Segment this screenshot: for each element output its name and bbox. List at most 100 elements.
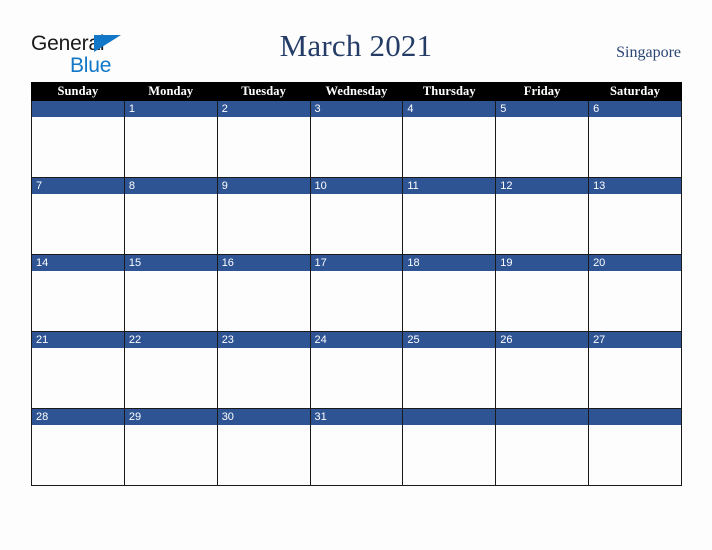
calendar-day-cell[interactable]: 3 (309, 100, 404, 178)
calendar-day-cell[interactable]: 21 (31, 331, 125, 409)
calendar-day-cell[interactable]: 9 (216, 177, 311, 255)
calendar-day-cell[interactable]: 4 (402, 100, 497, 178)
day-number: 28 (32, 409, 124, 425)
day-number: 7 (32, 178, 124, 194)
calendar-day-cell[interactable]: 2 (216, 100, 311, 178)
day-notes-area[interactable] (589, 117, 681, 177)
day-notes-area[interactable] (32, 271, 124, 331)
day-notes-area[interactable] (32, 194, 124, 254)
day-notes-area[interactable] (589, 194, 681, 254)
calendar-day-cell[interactable]: 28 (31, 408, 125, 486)
calendar-day-cell[interactable]: 26 (495, 331, 590, 409)
day-notes-area[interactable] (217, 117, 310, 177)
day-number (32, 101, 124, 117)
calendar-day-cell[interactable]: 31 (309, 408, 404, 486)
day-notes-area[interactable] (403, 348, 496, 408)
day-notes-area[interactable] (124, 117, 217, 177)
calendar-grid: Sunday Monday Tuesday Wednesday Thursday… (31, 82, 682, 486)
day-notes-area[interactable] (124, 425, 217, 485)
calendar-day-cell[interactable]: 30 (216, 408, 311, 486)
calendar-day-cell[interactable]: 16 (216, 254, 311, 332)
day-number: 24 (310, 332, 403, 348)
calendar-day-cell[interactable]: 23 (216, 331, 311, 409)
day-number: 29 (124, 409, 217, 425)
day-notes-area[interactable] (589, 425, 681, 485)
calendar-day-cell[interactable]: 15 (123, 254, 218, 332)
weekday-header-monday: Monday (123, 82, 218, 101)
calendar-day-cell[interactable]: 24 (309, 331, 404, 409)
day-notes-area[interactable] (403, 117, 496, 177)
day-notes-area[interactable] (217, 348, 310, 408)
calendar-day-cell[interactable]: 11 (402, 177, 497, 255)
day-notes-area[interactable] (310, 348, 403, 408)
day-number: 15 (124, 255, 217, 271)
day-number: 11 (403, 178, 496, 194)
day-notes-area[interactable] (124, 271, 217, 331)
weekday-header-tuesday: Tuesday (216, 82, 311, 101)
calendar-day-cell[interactable] (402, 408, 497, 486)
day-number: 8 (124, 178, 217, 194)
day-notes-area[interactable] (32, 348, 124, 408)
day-notes-area[interactable] (217, 271, 310, 331)
day-notes-area[interactable] (403, 271, 496, 331)
day-number: 4 (403, 101, 496, 117)
day-number: 6 (589, 101, 681, 117)
day-number: 23 (217, 332, 310, 348)
day-notes-area[interactable] (496, 271, 589, 331)
calendar-day-cell[interactable]: 5 (495, 100, 590, 178)
calendar-day-cell[interactable]: 7 (31, 177, 125, 255)
calendar-day-cell[interactable]: 25 (402, 331, 497, 409)
calendar-day-cell[interactable]: 19 (495, 254, 590, 332)
page-title: March 2021 (279, 28, 433, 63)
calendar-day-cell[interactable]: 29 (123, 408, 218, 486)
day-notes-area[interactable] (217, 194, 310, 254)
day-notes-area[interactable] (310, 117, 403, 177)
calendar-week-row: 21 22 23 24 25 26 27 (31, 331, 682, 409)
day-notes-area[interactable] (403, 425, 496, 485)
day-notes-area[interactable] (589, 348, 681, 408)
weekday-header-wednesday: Wednesday (309, 82, 404, 101)
calendar-day-cell[interactable]: 6 (588, 100, 682, 178)
calendar-day-cell[interactable]: 10 (309, 177, 404, 255)
day-notes-area[interactable] (496, 348, 589, 408)
calendar-day-cell[interactable]: 14 (31, 254, 125, 332)
day-notes-area[interactable] (32, 425, 124, 485)
day-notes-area[interactable] (217, 425, 310, 485)
calendar-day-cell[interactable]: 20 (588, 254, 682, 332)
day-number: 2 (217, 101, 310, 117)
weekday-header-sunday: Sunday (31, 82, 125, 101)
calendar-day-cell[interactable]: 12 (495, 177, 590, 255)
day-notes-area[interactable] (403, 194, 496, 254)
day-number: 26 (496, 332, 589, 348)
calendar-day-cell[interactable]: 18 (402, 254, 497, 332)
calendar-day-cell[interactable] (588, 408, 682, 486)
calendar-page: General Blue March 2021 Singapore Sunday… (0, 0, 712, 550)
day-notes-area[interactable] (496, 194, 589, 254)
day-notes-area[interactable] (589, 271, 681, 331)
calendar-day-cell[interactable]: 1 (123, 100, 218, 178)
day-notes-area[interactable] (124, 194, 217, 254)
day-number: 1 (124, 101, 217, 117)
day-notes-area[interactable] (124, 348, 217, 408)
day-notes-area[interactable] (310, 271, 403, 331)
calendar-day-cell[interactable]: 8 (123, 177, 218, 255)
calendar-day-cell[interactable]: 17 (309, 254, 404, 332)
calendar-day-cell[interactable]: 27 (588, 331, 682, 409)
day-notes-area[interactable] (310, 425, 403, 485)
day-number: 30 (217, 409, 310, 425)
day-notes-area[interactable] (310, 194, 403, 254)
day-notes-area[interactable] (32, 117, 124, 177)
calendar-day-cell[interactable] (495, 408, 590, 486)
weekday-header-friday: Friday (495, 82, 590, 101)
day-number: 12 (496, 178, 589, 194)
day-number: 18 (403, 255, 496, 271)
calendar-day-cell[interactable]: 22 (123, 331, 218, 409)
day-notes-area[interactable] (496, 117, 589, 177)
day-number (589, 409, 681, 425)
day-notes-area[interactable] (496, 425, 589, 485)
calendar-week-row: 28 29 30 31 (31, 408, 682, 486)
calendar-day-cell[interactable] (31, 100, 125, 178)
country-label: Singapore (616, 44, 681, 61)
calendar-day-cell[interactable]: 13 (588, 177, 682, 255)
calendar-week-row: 1 2 3 4 5 6 (31, 100, 682, 178)
